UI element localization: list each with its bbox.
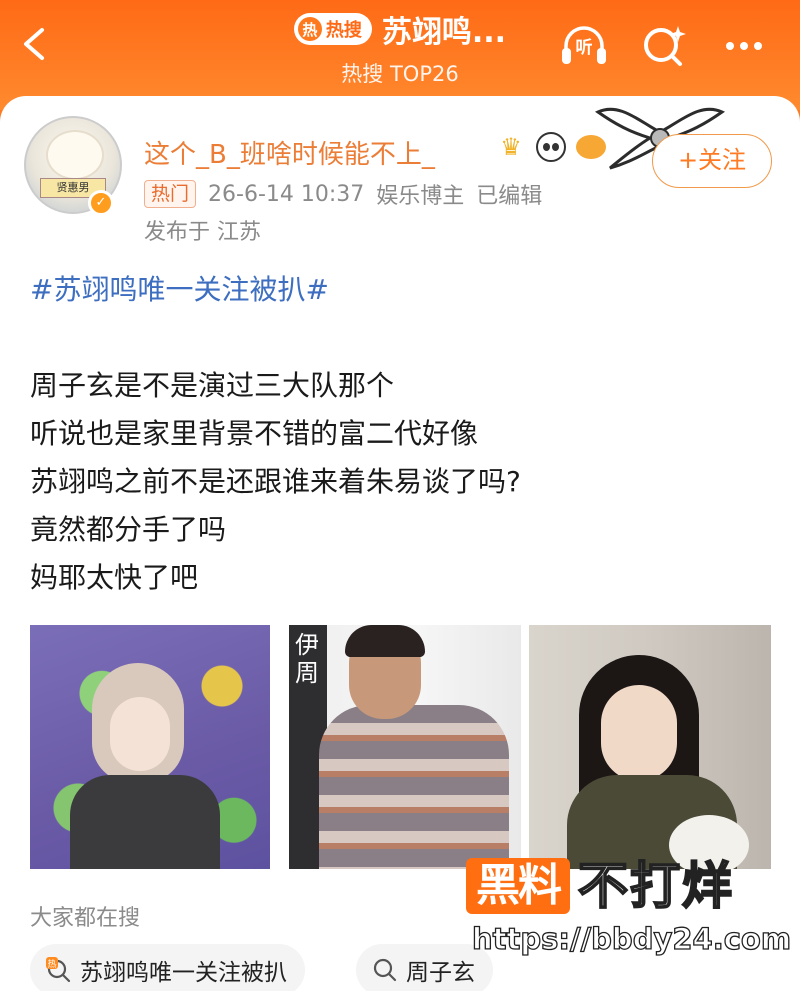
search-sparkle-icon <box>644 26 686 66</box>
search-icon <box>373 958 397 982</box>
post-location: 发布于 江苏 <box>144 220 261 245</box>
post-body: 周子玄是不是演过三大队那个 听说也是家里背景不错的富二代好像 苏翊鸣之前不是还跟… <box>30 362 521 602</box>
author-type: 娱乐博主 <box>376 184 465 209</box>
title-area: 热 热搜 苏翊鸣... 热搜 TOP26 <box>270 6 530 96</box>
post-body-line: 竟然都分手了吗 <box>30 513 227 546</box>
search-chip-text: 周子玄 <box>406 960 475 986</box>
username[interactable]: 这个_B_班啥时候能不上_ <box>144 134 435 171</box>
photo-figure-face <box>110 697 170 771</box>
watermark-box: 黑料 <box>466 858 570 914</box>
top-bar: 热 热搜 苏翊鸣... 热搜 TOP26 听 <box>0 0 800 110</box>
more-dots-icon <box>726 42 762 50</box>
post-body-line: 周子玄是不是演过三大队那个 <box>30 369 395 402</box>
crown-icon[interactable]: ♛ <box>494 130 528 164</box>
more-button[interactable] <box>716 18 772 74</box>
post-photo-1[interactable] <box>30 625 270 869</box>
page-subtitle: 热搜 TOP26 <box>341 62 459 86</box>
post-meta: 热门 26-6-14 10:37 娱乐博主 已编辑 <box>144 178 542 210</box>
search-chip[interactable]: 热 苏翊鸣唯一关注被扒 <box>30 944 305 991</box>
post-body-line: 妈耶太快了吧 <box>30 561 199 594</box>
hot-badge-label: 热搜 <box>325 20 362 41</box>
post-body-line: 听说也是家里背景不错的富二代好像 <box>30 417 479 450</box>
chevron-left-icon <box>24 28 44 60</box>
hot-tag-badge: 热门 <box>144 180 197 208</box>
photo-figure-hair <box>345 625 425 657</box>
magazine-title: 伊周 <box>295 631 319 687</box>
panda-icon[interactable] <box>536 132 566 162</box>
hot-search-badge[interactable]: 热 热搜 <box>293 13 372 45</box>
post-photo-3[interactable] <box>529 625 771 869</box>
trending-searches-label: 大家都在搜 <box>30 906 141 931</box>
search-button[interactable] <box>636 18 692 74</box>
post-photo-2[interactable]: 伊周 <box>289 625 521 869</box>
photo-figure-body <box>70 775 220 869</box>
hot-icon: 热 <box>297 17 322 41</box>
follow-button[interactable]: +关注 <box>652 134 772 188</box>
topic-link[interactable]: #苏翊鸣唯一关注被扒# <box>30 268 329 308</box>
back-button[interactable] <box>14 22 58 66</box>
photo-figure-face <box>601 685 677 781</box>
svg-text:热: 热 <box>47 958 56 970</box>
post-timestamp: 26-6-14 10:37 <box>208 181 365 207</box>
listen-label: 听 <box>575 38 593 58</box>
post-body-line: 苏翊鸣之前不是还跟谁来着朱易谈了吗? <box>30 465 521 498</box>
listen-button[interactable]: 听 <box>556 18 612 74</box>
photo-figure-body <box>319 705 509 869</box>
page-title: 苏翊鸣... <box>381 15 507 50</box>
avatar-dog-image <box>48 132 102 178</box>
hot-search-icon: 热 <box>46 957 71 983</box>
watermark-text: 不打烊 <box>577 857 734 915</box>
watermark-url: https://bbdy24.com <box>471 921 792 956</box>
verified-badge-icon: ✓ <box>88 190 114 216</box>
edited-label[interactable]: 已编辑 <box>476 178 542 210</box>
search-chip-text: 苏翊鸣唯一关注被扒 <box>80 960 287 986</box>
